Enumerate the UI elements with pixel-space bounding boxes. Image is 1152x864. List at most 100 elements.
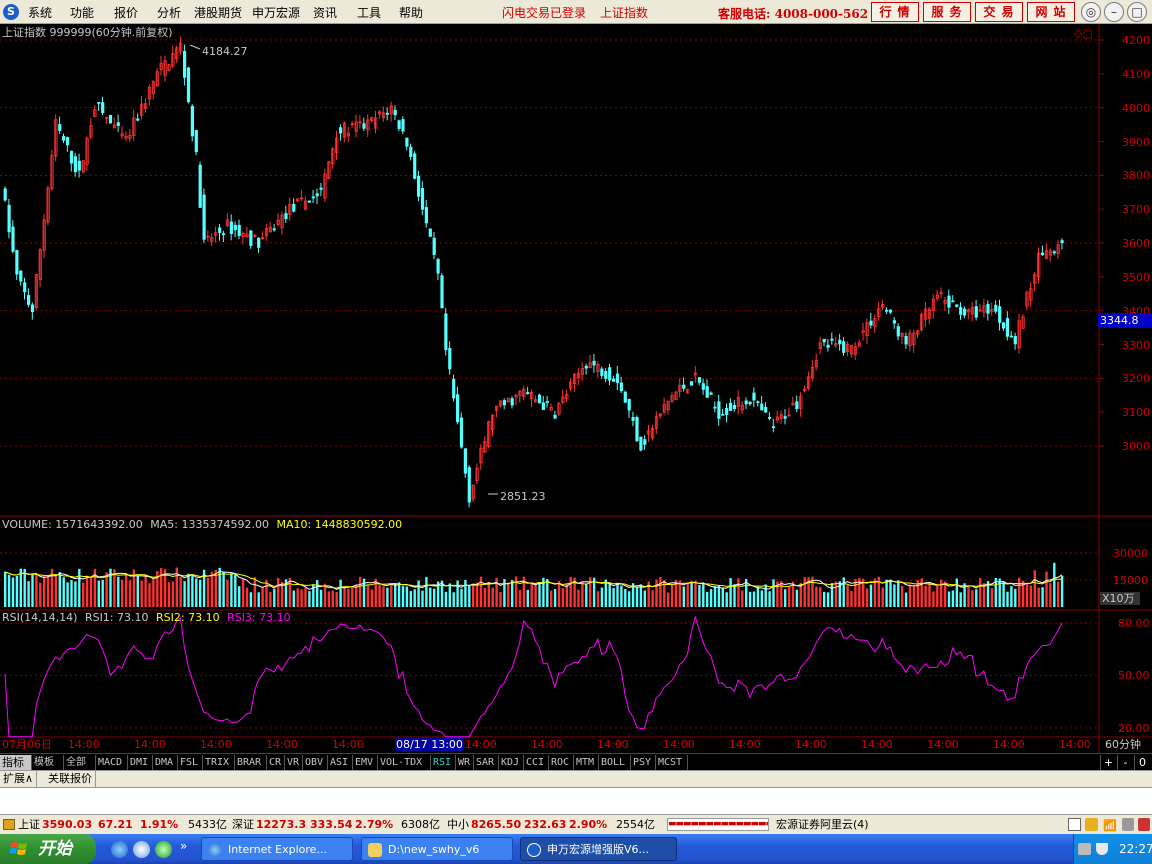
ticker-icon[interactable]	[3, 819, 15, 830]
volume-bar	[39, 582, 42, 607]
menu-help[interactable]: 帮助	[399, 4, 423, 21]
task-internet-explorer[interactable]: Internet Explore...	[201, 837, 353, 861]
indicator-tab-mcst[interactable]: MCST	[656, 755, 688, 770]
security-tray-icon[interactable]	[1096, 843, 1108, 855]
indicator-tab-wr[interactable]: WR	[456, 755, 474, 770]
volume-bar	[830, 583, 834, 607]
quote-button[interactable]: 行情	[871, 2, 919, 22]
volume-tick-15000: 15000	[1113, 574, 1148, 587]
minimize-icon[interactable]: –	[1104, 2, 1124, 22]
indicator-tab-macd[interactable]: MACD	[96, 755, 128, 770]
volume-bar	[990, 588, 994, 607]
indicator-tab-模板[interactable]: 模板	[32, 755, 64, 770]
volume-bar	[514, 576, 518, 607]
indicator-tab-roc[interactable]: ROC	[549, 755, 574, 770]
panel-switch-icon[interactable]: ◇▢	[1074, 27, 1093, 40]
service-button[interactable]: 服务	[923, 2, 971, 22]
indicator-tab-全部[interactable]: 全部	[64, 755, 96, 770]
volume-bar	[335, 591, 338, 607]
power-icon[interactable]	[1138, 818, 1150, 831]
indicator-tab-指标[interactable]: 指标	[0, 755, 32, 770]
ie-quicklaunch-icon[interactable]	[111, 841, 128, 858]
related-quote-tab[interactable]: 关联报价	[45, 771, 96, 787]
indicator-tab-kdj[interactable]: KDJ	[499, 755, 524, 770]
start-button[interactable]: 开始	[0, 834, 96, 864]
app-quicklaunch-icon[interactable]	[155, 841, 172, 858]
candle-body	[631, 417, 635, 421]
indicator-tab-fsl[interactable]: FSL	[178, 755, 203, 770]
indicator-tab-cci[interactable]: CCI	[524, 755, 549, 770]
lock-icon[interactable]	[1085, 818, 1098, 831]
volume-bar	[971, 590, 974, 607]
menu-quote[interactable]: 报价	[114, 4, 138, 21]
menu-analysis[interactable]: 分析	[157, 4, 181, 21]
login-status[interactable]: 闪电交易已登录	[502, 4, 586, 21]
indicator-tab-rsi[interactable]: RSI	[431, 755, 456, 770]
menu-swhy[interactable]: 申万宏源	[252, 4, 300, 21]
indicator-tab-sar[interactable]: SAR	[474, 755, 499, 770]
indicator-tab-vol-tdx[interactable]: VOL-TDX	[378, 755, 431, 770]
indicator-tab-dmi[interactable]: DMI	[128, 755, 153, 770]
chart-area[interactable]: 上证指数 999999(60分钟.前复权) ◇▢ 4184.27 2851.23…	[0, 24, 1152, 770]
time-label: 14:00	[861, 738, 893, 751]
tab-control-add[interactable]: +	[1100, 755, 1116, 770]
indicator-tab-psy[interactable]: PSY	[631, 755, 656, 770]
options-icon[interactable]: ◎	[1081, 2, 1101, 22]
trade-button[interactable]: 交易	[975, 2, 1023, 22]
layout-icon[interactable]	[1068, 818, 1081, 831]
tab-control-remove[interactable]: -	[1117, 755, 1133, 770]
candle-body	[73, 156, 77, 173]
candle-body	[744, 400, 748, 405]
task-folder[interactable]: D:\new_swhy_v6	[361, 837, 513, 861]
notify-icon[interactable]	[1122, 818, 1134, 831]
tab-control-reset[interactable]: 0	[1134, 755, 1150, 770]
menu-hk-futures[interactable]: 港股期货	[194, 4, 242, 21]
indicator-tab-boll[interactable]: BOLL	[599, 755, 631, 770]
candle-body	[701, 383, 705, 390]
candle-body	[69, 150, 74, 164]
candle-body	[526, 392, 530, 395]
clock[interactable]: 22:27	[1119, 834, 1152, 864]
indicator-tab-vr[interactable]: VR	[285, 755, 303, 770]
volume-bar	[378, 585, 381, 607]
indicator-tab-obv[interactable]: OBV	[303, 755, 328, 770]
volume-bar	[1018, 577, 1021, 607]
indicator-tab-mtm[interactable]: MTM	[574, 755, 599, 770]
menu-tools[interactable]: 工具	[357, 4, 381, 21]
volume-bar	[596, 591, 600, 607]
volume-bar	[195, 578, 198, 607]
volume-bar	[136, 575, 139, 607]
indicator-tab-emv[interactable]: EMV	[353, 755, 378, 770]
candle-body	[604, 370, 608, 379]
broker-server[interactable]: 宏源证券阿里云(4)	[776, 815, 869, 834]
indicator-tab-cr[interactable]: CR	[267, 755, 285, 770]
task-swhy-app[interactable]: 申万宏源增强版V6...	[520, 837, 677, 861]
menu-system[interactable]: 系统	[28, 4, 52, 21]
expand-quicklaunch-icon[interactable]: »	[180, 839, 197, 856]
volume-bar	[550, 590, 553, 607]
website-button[interactable]: 网站	[1027, 2, 1075, 22]
menu-news[interactable]: 资讯	[313, 4, 337, 21]
volume-bar	[89, 577, 93, 607]
menu-function[interactable]: 功能	[70, 4, 94, 21]
volume-bar	[148, 583, 151, 607]
kline-chart-svg[interactable]	[0, 24, 1152, 753]
indicator-tab-trix[interactable]: TRIX	[203, 755, 235, 770]
sz-change: 333.54	[310, 818, 353, 831]
volume-bar	[803, 577, 806, 607]
volume-bar	[897, 580, 900, 607]
indicator-tab-asi[interactable]: ASI	[328, 755, 353, 770]
indicator-tab-dma[interactable]: DMA	[153, 755, 178, 770]
app-logo-icon[interactable]: S	[3, 4, 19, 20]
expand-tab[interactable]: 扩展∧	[0, 771, 38, 787]
maximize-icon[interactable]: □	[1127, 2, 1147, 22]
volume-bar	[787, 586, 791, 607]
index-ticker-bar: 上证 3590.03 67.21 1.91% 5433亿 深证 12273.3 …	[0, 814, 1152, 834]
browser-quicklaunch-icon[interactable]	[133, 841, 150, 858]
volume-bar	[66, 582, 69, 607]
network-tray-icon[interactable]	[1078, 843, 1091, 855]
volume-bar	[323, 583, 327, 607]
indicator-tab-brar[interactable]: BRAR	[235, 755, 267, 770]
price-tick-3600: 3600	[1122, 237, 1150, 250]
period-selector[interactable]: 60分钟	[1105, 738, 1141, 751]
